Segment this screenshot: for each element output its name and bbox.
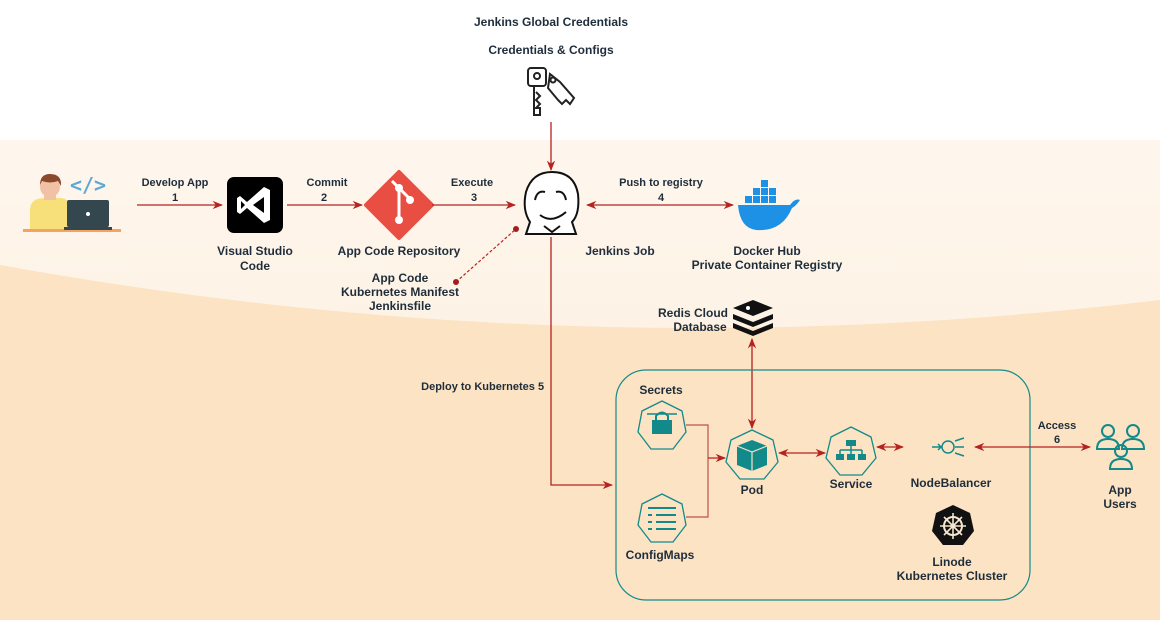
nodebalancer-label: NodeBalancer: [911, 476, 992, 490]
svg-text:</>: </>: [70, 173, 106, 197]
connector-dot: [513, 226, 519, 232]
redis-label-line2: Database: [673, 320, 727, 334]
edge-step-3: 3: [471, 192, 477, 204]
repo-content-1: App Code: [372, 271, 429, 285]
docker-label-line1: Docker Hub: [733, 244, 800, 258]
edge-step-6: 6: [1054, 434, 1060, 446]
connector-dot: [453, 279, 459, 285]
edge-step-1: 1: [172, 192, 178, 204]
vscode-label-line1: Visual Studio: [217, 244, 293, 258]
visual-studio-code-icon: [227, 177, 283, 233]
secrets-label: Secrets: [639, 383, 683, 397]
cluster-label-line1: Linode: [932, 555, 972, 569]
edge-step-4: 4: [658, 192, 665, 204]
repo-content-2: Kubernetes Manifest: [341, 285, 459, 299]
credentials-subtitle: Credentials & Configs: [488, 43, 614, 57]
edge-step-5: 5: [538, 381, 544, 393]
repo-content-3: Jenkinsfile: [369, 299, 431, 313]
edge-label-execute: Execute: [451, 177, 493, 189]
edge-label-develop: Develop App: [142, 177, 209, 189]
edge-label-commit: Commit: [307, 177, 348, 189]
edge-label-access: Access: [1038, 420, 1077, 432]
configmaps-label: ConfigMaps: [626, 548, 695, 562]
vscode-label-line2: Code: [240, 259, 270, 273]
architecture-diagram: Jenkins Global Credentials Credentials &…: [0, 0, 1160, 620]
pod-label: Pod: [741, 483, 764, 497]
docker-label-line2: Private Container Registry: [692, 258, 843, 272]
edge-label-deploy: Deploy to Kubernetes: [421, 381, 535, 393]
redis-label-line1: Redis Cloud: [658, 306, 728, 320]
cluster-label-line2: Kubernetes Cluster: [897, 569, 1008, 583]
edge-step-2: 2: [321, 192, 327, 204]
jenkins-icon: [523, 170, 580, 235]
jenkins-label: Jenkins Job: [585, 244, 654, 258]
edge-label-push: Push to registry: [619, 177, 704, 189]
service-label: Service: [830, 477, 873, 491]
repo-label: App Code Repository: [338, 244, 461, 258]
users-label-line1: App: [1108, 483, 1131, 497]
users-label-line2: Users: [1103, 497, 1137, 511]
credentials-title: Jenkins Global Credentials: [474, 15, 628, 29]
